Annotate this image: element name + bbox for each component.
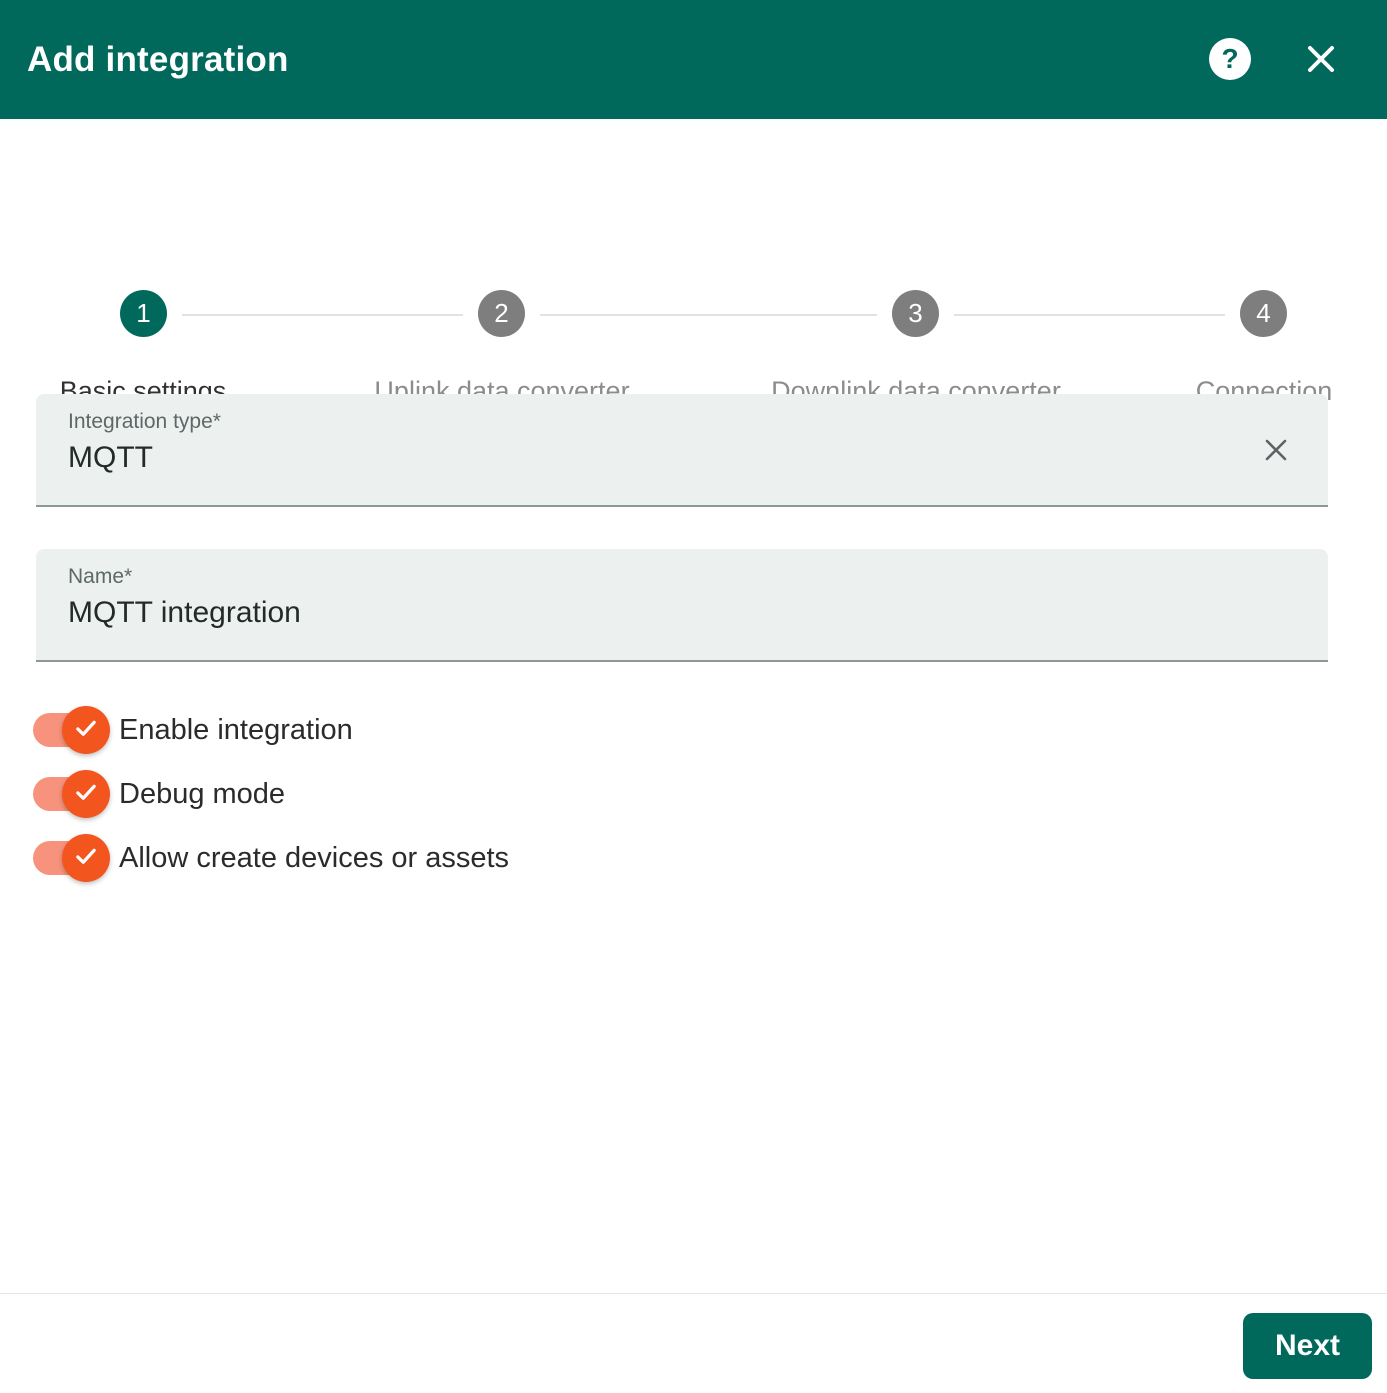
dialog-footer: Next <box>0 1293 1387 1393</box>
help-icon: ? <box>1209 38 1251 80</box>
toggle-thumb <box>62 834 110 882</box>
debug-mode-label: Debug mode <box>119 777 286 810</box>
allow-create-devices-label: Allow create devices or assets <box>119 841 510 874</box>
step-1-circle[interactable]: 1 <box>120 290 167 337</box>
toggle-list: Enable integration Debug mode Allow crea… <box>33 706 1387 882</box>
enable-integration-label: Enable integration <box>119 713 353 746</box>
toggle-thumb <box>62 770 110 818</box>
check-icon <box>71 841 101 876</box>
check-icon <box>71 713 101 748</box>
add-integration-dialog: Add integration ? 1 2 3 4 Basic settings… <box>0 0 1387 1393</box>
allow-create-devices-toggle[interactable] <box>33 834 110 882</box>
name-label: Name* <box>68 565 133 588</box>
clear-icon <box>1261 435 1291 468</box>
step-connector <box>540 314 877 316</box>
step-connector <box>954 314 1225 316</box>
close-icon <box>1303 46 1339 80</box>
integration-type-label: Integration type* <box>68 410 221 433</box>
integration-type-field[interactable]: Integration type* <box>36 394 1328 507</box>
dialog-header: Add integration ? <box>0 0 1387 119</box>
debug-mode-toggle[interactable] <box>33 770 110 818</box>
step-3-circle[interactable]: 3 <box>892 290 939 337</box>
toggle-row-enable-integration: Enable integration <box>33 706 1387 754</box>
name-field[interactable]: Name* <box>36 549 1328 662</box>
form-basic-settings: Integration type* Name* <box>0 394 1387 898</box>
toggle-row-debug-mode: Debug mode <box>33 770 1387 818</box>
integration-type-input[interactable] <box>68 441 1248 475</box>
toggle-thumb <box>62 706 110 754</box>
help-button[interactable]: ? <box>1209 38 1251 80</box>
step-4-circle[interactable]: 4 <box>1240 290 1287 337</box>
toggle-row-allow-create: Allow create devices or assets <box>33 834 1387 882</box>
close-button[interactable] <box>1303 41 1339 77</box>
enable-integration-toggle[interactable] <box>33 706 110 754</box>
clear-integration-type-button[interactable] <box>1254 429 1298 473</box>
check-icon <box>71 777 101 812</box>
dialog-title: Add integration <box>27 39 289 79</box>
step-connector <box>182 314 463 316</box>
next-button[interactable]: Next <box>1243 1313 1372 1379</box>
stepper: 1 2 3 4 Basic settings Uplink data conve… <box>0 119 1387 450</box>
step-2-circle[interactable]: 2 <box>478 290 525 337</box>
name-input[interactable] <box>68 596 1248 630</box>
